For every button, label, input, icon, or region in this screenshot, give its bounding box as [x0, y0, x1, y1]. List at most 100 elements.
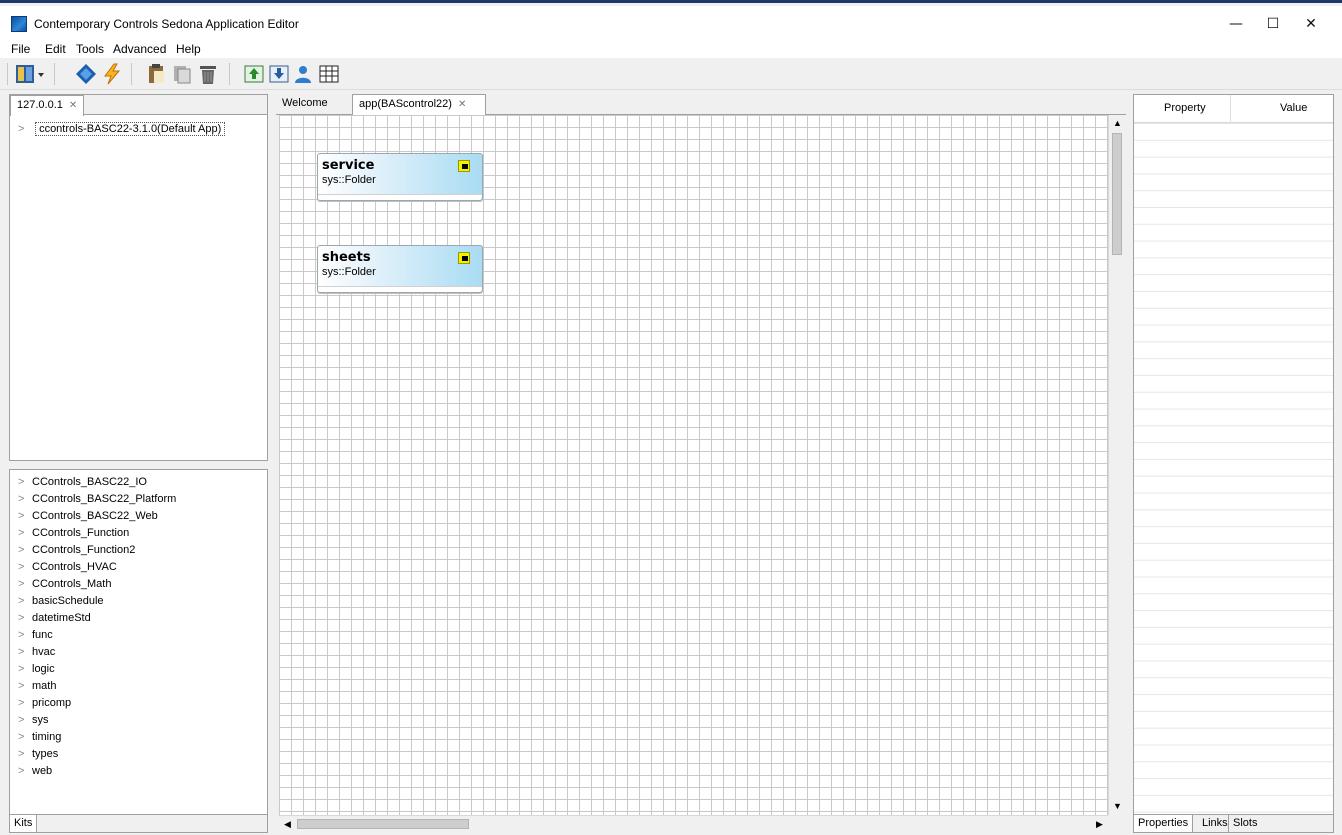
layout-icon[interactable]: [14, 63, 36, 85]
scroll-thumb[interactable]: [297, 819, 469, 829]
kit-label: CControls_BASC22_Web: [32, 510, 158, 522]
component-type: sys::Folder: [322, 174, 376, 186]
kit-item[interactable]: > basicSchedule: [18, 593, 104, 610]
chevron-right-icon[interactable]: >: [18, 508, 32, 525]
kit-label: func: [32, 629, 53, 641]
tab-welcome[interactable]: Welcome: [276, 94, 334, 114]
tree-item-default-app[interactable]: > ccontrols-BASC22-3.1.0(Default App): [18, 121, 226, 138]
app-icon: [11, 16, 27, 32]
close-button[interactable]: ✕: [1289, 10, 1333, 38]
chevron-right-icon[interactable]: >: [18, 729, 32, 746]
kit-item[interactable]: > math: [18, 678, 56, 695]
kit-item[interactable]: > func: [18, 627, 53, 644]
close-tab-icon[interactable]: ✕: [69, 100, 77, 111]
upload-icon[interactable]: [243, 63, 265, 85]
delete-icon[interactable]: [197, 63, 219, 85]
copy-icon[interactable]: [171, 63, 193, 85]
chevron-right-icon[interactable]: >: [18, 712, 32, 729]
app-window: Contemporary Controls Sedona Application…: [0, 0, 1342, 835]
chevron-right-icon[interactable]: >: [18, 627, 32, 644]
dropdown-arrow-icon[interactable]: [36, 63, 48, 85]
tab-app[interactable]: app(BAScontrol22) ✕: [352, 94, 486, 115]
scroll-down-icon[interactable]: ▼: [1109, 798, 1126, 815]
kit-item[interactable]: > timing: [18, 729, 61, 746]
menu-bar: File Edit Tools Advanced Help: [0, 40, 1342, 58]
window-title: Contemporary Controls Sedona Application…: [34, 17, 299, 31]
download-icon[interactable]: [268, 63, 290, 85]
connect-icon[interactable]: [75, 63, 97, 85]
properties-tabstrip: Properties Links Slots: [1134, 814, 1333, 832]
properties-header: Property Value: [1134, 95, 1333, 123]
editor-tabstrip: Welcome app(BAScontrol22) ✕: [276, 94, 1126, 115]
kit-item[interactable]: > web: [18, 763, 52, 780]
chevron-right-icon[interactable]: >: [18, 491, 32, 508]
chevron-right-icon[interactable]: >: [18, 525, 32, 542]
vertical-scrollbar[interactable]: ▲ ▼: [1108, 115, 1125, 815]
chevron-right-icon[interactable]: >: [18, 593, 32, 610]
kit-label: basicSchedule: [32, 595, 104, 607]
tab-kits[interactable]: Kits: [10, 815, 38, 832]
scroll-thumb[interactable]: [1112, 133, 1122, 255]
column-value[interactable]: Value: [1280, 102, 1307, 114]
toolbar: [0, 58, 1342, 90]
scroll-right-icon[interactable]: ▶: [1091, 816, 1108, 833]
chevron-right-icon[interactable]: >: [18, 644, 32, 661]
chevron-right-icon[interactable]: >: [18, 661, 32, 678]
chevron-right-icon[interactable]: >: [18, 121, 32, 138]
chevron-right-icon[interactable]: >: [18, 763, 32, 780]
kit-item[interactable]: > sys: [18, 712, 49, 729]
tab-device[interactable]: 127.0.0.1 ✕: [10, 95, 85, 116]
title-bar: Contemporary Controls Sedona Application…: [0, 6, 1342, 40]
kit-item[interactable]: > CControls_Function: [18, 525, 129, 542]
kit-label: sys: [32, 714, 49, 726]
kit-item[interactable]: > CControls_BASC22_Platform: [18, 491, 176, 508]
menu-help[interactable]: Help: [176, 42, 201, 56]
kit-label: CControls_Math: [32, 578, 112, 590]
kits-panel: > CControls_BASC22_IO > CControls_BASC22_P…: [9, 469, 268, 833]
kit-item[interactable]: > datetimeStd: [18, 610, 91, 627]
grid-icon[interactable]: [318, 63, 340, 85]
chevron-right-icon[interactable]: >: [18, 610, 32, 627]
chevron-right-icon[interactable]: >: [18, 542, 32, 559]
user-icon[interactable]: [292, 63, 314, 85]
chevron-right-icon[interactable]: >: [18, 678, 32, 695]
toolbar-separator: [131, 63, 132, 85]
component-service[interactable]: service sys::Folder: [317, 153, 483, 201]
kit-item[interactable]: > CControls_HVAC: [18, 559, 117, 576]
menu-tools[interactable]: Tools: [76, 42, 104, 56]
lightning-icon[interactable]: [101, 63, 123, 85]
menu-advanced[interactable]: Advanced: [113, 42, 166, 56]
chevron-right-icon[interactable]: >: [18, 559, 32, 576]
kit-label: logic: [32, 663, 55, 675]
chevron-right-icon[interactable]: >: [18, 695, 32, 712]
chevron-right-icon[interactable]: >: [18, 576, 32, 593]
menu-edit[interactable]: Edit: [45, 42, 66, 56]
scroll-left-icon[interactable]: ◀: [279, 816, 296, 833]
kit-item[interactable]: > types: [18, 746, 58, 763]
column-property[interactable]: Property: [1164, 102, 1206, 114]
horizontal-scrollbar[interactable]: ◀ ▶: [279, 815, 1108, 832]
close-tab-icon[interactable]: ✕: [458, 99, 466, 110]
chevron-right-icon[interactable]: >: [18, 746, 32, 763]
kit-item[interactable]: > CControls_Function2: [18, 542, 135, 559]
kit-label: types: [32, 748, 59, 760]
scroll-up-icon[interactable]: ▲: [1109, 115, 1126, 132]
kit-item[interactable]: > logic: [18, 661, 55, 678]
kit-item[interactable]: > hvac: [18, 644, 55, 661]
kit-item[interactable]: > CControls_Math: [18, 576, 111, 593]
tab-links[interactable]: Links: [1198, 815, 1232, 832]
kit-item[interactable]: > pricomp: [18, 695, 71, 712]
menu-file[interactable]: File: [11, 42, 30, 56]
chevron-right-icon[interactable]: >: [18, 474, 32, 491]
kit-item[interactable]: > CControls_BASC22_Web: [18, 508, 158, 525]
kit-label: math: [32, 680, 57, 692]
component-name: service: [322, 158, 375, 173]
wiresheet-canvas[interactable]: service sys::Folder sheets sys::Folder: [279, 115, 1108, 815]
component-sheets[interactable]: sheets sys::Folder: [317, 245, 483, 293]
paste-icon[interactable]: [145, 63, 167, 85]
component-footer: [318, 286, 482, 292]
kit-item[interactable]: > CControls_BASC22_IO: [18, 474, 147, 491]
tab-slots[interactable]: Slots: [1228, 815, 1261, 832]
kit-label: CControls_Function2: [32, 544, 136, 556]
tab-properties[interactable]: Properties: [1134, 815, 1194, 832]
